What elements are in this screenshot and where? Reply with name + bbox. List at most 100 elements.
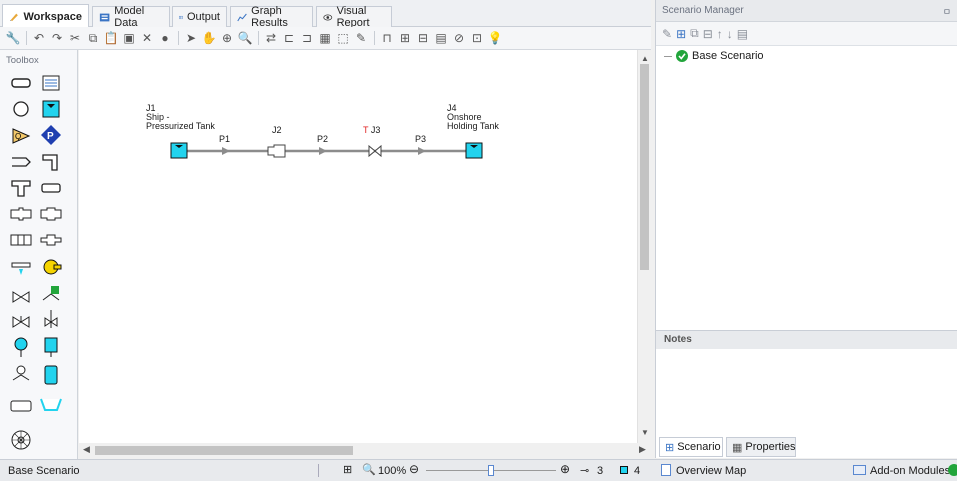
options-icon[interactable]: ▤ bbox=[737, 27, 748, 41]
reservoir-tool-icon[interactable] bbox=[40, 97, 62, 119]
delete-scenario-icon[interactable]: ⊟ bbox=[703, 27, 713, 41]
magnifier-icon[interactable]: 🔍 bbox=[362, 463, 376, 476]
tank-vent-tool-icon[interactable] bbox=[40, 336, 62, 358]
scenario-tree-icon: ⊞ bbox=[665, 441, 675, 454]
scroll-right-icon[interactable]: ▶ bbox=[639, 444, 646, 455]
scroll-thumb[interactable] bbox=[640, 64, 649, 270]
status-bar: Base Scenario ⊞ 🔍 100% ⊖ ⊕ ⊸ 3 4 Overvie… bbox=[0, 459, 957, 481]
overview-map-icon bbox=[661, 464, 671, 476]
heat-exchanger-tool-icon[interactable] bbox=[10, 229, 32, 251]
vacuum-breaker-tool-icon[interactable] bbox=[10, 395, 32, 417]
find-icon[interactable]: 🔍 bbox=[236, 29, 254, 47]
tab-model-data[interactable]: Model Data bbox=[92, 5, 170, 29]
pump-tool-icon[interactable]: P bbox=[40, 124, 62, 146]
p3-label: P3 bbox=[415, 134, 427, 144]
globe-icon[interactable]: ● bbox=[156, 29, 174, 47]
turbine-tool-icon[interactable] bbox=[10, 429, 32, 451]
distribute-icon[interactable]: ⊞ bbox=[396, 29, 414, 47]
tab-scenario[interactable]: ⊞ Scenario bbox=[659, 437, 723, 457]
addon-modules-button[interactable]: Add-on Modules bbox=[870, 465, 950, 477]
tab-visual-report[interactable]: Visual Report bbox=[316, 5, 392, 29]
move-down-icon[interactable]: ↓ bbox=[727, 27, 733, 41]
bend-tool-icon[interactable] bbox=[10, 151, 32, 173]
valve-tool-icon[interactable] bbox=[10, 286, 32, 308]
zoom-in-icon[interactable]: ⊕ bbox=[560, 462, 570, 476]
notes-textarea[interactable] bbox=[656, 349, 957, 438]
pipe-tool-icon[interactable] bbox=[10, 72, 32, 94]
horizontal-scrollbar[interactable]: ◀ ▶ bbox=[79, 443, 651, 457]
size-icon[interactable]: ⊟ bbox=[414, 29, 432, 47]
zoom-slider-thumb[interactable] bbox=[488, 465, 494, 476]
junction-count: 4 bbox=[634, 465, 641, 477]
relief-tool-icon[interactable] bbox=[40, 203, 62, 225]
annotation-icon[interactable]: ✎ bbox=[352, 29, 370, 47]
scroll-up-icon[interactable]: ▲ bbox=[641, 54, 649, 63]
control-valve-tool-icon[interactable] bbox=[40, 283, 62, 305]
scroll-left-icon[interactable]: ◀ bbox=[83, 444, 90, 455]
junction-j1-tank[interactable] bbox=[170, 142, 188, 159]
junction-j4-tank[interactable] bbox=[465, 142, 483, 159]
group-icon[interactable]: ⬚ bbox=[334, 29, 352, 47]
spray-discharge-tool-icon[interactable] bbox=[10, 363, 32, 385]
select-all-icon[interactable]: ▣ bbox=[120, 29, 138, 47]
pin-icon[interactable]: ㅁ bbox=[943, 5, 951, 18]
scenario-tree-item[interactable]: Base Scenario bbox=[664, 50, 764, 62]
grid-icon[interactable]: ▦ bbox=[316, 29, 334, 47]
tree-icon[interactable]: ⊞ bbox=[676, 27, 686, 41]
check-valve-tool-icon[interactable] bbox=[10, 258, 32, 280]
delete-icon[interactable]: ✕ bbox=[138, 29, 156, 47]
vertical-scrollbar[interactable]: ▲ ▼ bbox=[637, 50, 651, 443]
screen-tool-icon[interactable] bbox=[40, 229, 62, 251]
overview-map-button[interactable]: Overview Map bbox=[676, 465, 746, 477]
junction-j2-area-change[interactable] bbox=[267, 144, 286, 158]
clone-icon[interactable]: ⧉ bbox=[690, 26, 699, 41]
redo-icon[interactable]: ↷ bbox=[48, 29, 66, 47]
filter-icon[interactable]: ⊘ bbox=[450, 29, 468, 47]
spray-tool-icon[interactable] bbox=[40, 177, 62, 199]
layer-icon[interactable]: ⊡ bbox=[468, 29, 486, 47]
compressor-tool-icon[interactable] bbox=[40, 256, 62, 278]
tee-tool-icon[interactable] bbox=[10, 177, 32, 199]
display-icon[interactable]: ▤ bbox=[432, 29, 450, 47]
gas-accumulator-tool-icon[interactable] bbox=[40, 364, 62, 386]
scenario-toolbar: ✎ ⊞ ⧉ ⊟ ↑ ↓ ▤ bbox=[656, 22, 957, 46]
toolbox-panel: Toolbox Q P bbox=[0, 50, 78, 464]
tab-workspace[interactable]: Workspace bbox=[2, 4, 89, 28]
fit-window-icon[interactable]: ⊞ bbox=[343, 463, 352, 476]
annotation-tool-icon[interactable] bbox=[40, 72, 62, 94]
move-up-icon[interactable]: ↑ bbox=[717, 27, 723, 41]
undo-icon[interactable]: ↶ bbox=[30, 29, 48, 47]
tab-output[interactable]: Output bbox=[172, 6, 227, 27]
relief-valve-tool-icon[interactable] bbox=[10, 311, 32, 333]
zoom-out-icon[interactable]: ⊖ bbox=[409, 462, 419, 476]
assigned-pressure-tool-icon[interactable]: Q bbox=[10, 125, 32, 147]
lightbulb-icon[interactable]: 💡 bbox=[486, 29, 504, 47]
elbow-tool-icon[interactable] bbox=[40, 151, 62, 173]
junction-j3-valve[interactable] bbox=[368, 144, 382, 158]
j3-prefix: T bbox=[363, 125, 369, 135]
fluid-icon[interactable]: 🔧 bbox=[4, 29, 22, 47]
zoom-icon[interactable]: ⊕ bbox=[218, 29, 236, 47]
pointer-icon[interactable]: ➤ bbox=[182, 29, 200, 47]
scroll-down-icon[interactable]: ▼ bbox=[641, 428, 649, 437]
cut-icon[interactable]: ✂ bbox=[66, 29, 84, 47]
pipe-tool-icon[interactable]: ⊓ bbox=[378, 29, 396, 47]
area-change-tool-icon[interactable] bbox=[10, 203, 32, 225]
tab-properties-label: Properties bbox=[745, 441, 796, 453]
copy-icon[interactable]: ⧉ bbox=[84, 29, 102, 47]
tab-properties[interactable]: ▦ Properties bbox=[726, 437, 796, 457]
eye-icon bbox=[323, 14, 333, 20]
align-right-icon[interactable]: ⊐ bbox=[298, 29, 316, 47]
pan-icon[interactable]: ✋ bbox=[200, 29, 218, 47]
pressure-valve-tool-icon[interactable] bbox=[40, 308, 62, 330]
reverse-icon[interactable]: ⇄ bbox=[262, 29, 280, 47]
workspace-canvas[interactable]: J1 Ship - Pressurized Tank P1 J2 P2 T J3… bbox=[79, 50, 637, 443]
surge-tool-icon[interactable] bbox=[40, 394, 62, 416]
tab-graph-results[interactable]: Graph Results bbox=[230, 5, 313, 29]
scroll-thumb[interactable] bbox=[95, 446, 353, 455]
align-left-icon[interactable]: ⊏ bbox=[280, 29, 298, 47]
paste-icon[interactable]: 📋 bbox=[102, 29, 120, 47]
branch-tool-icon[interactable] bbox=[10, 98, 32, 120]
volume-balance-tool-icon[interactable] bbox=[10, 336, 32, 358]
edit-scenario-icon[interactable]: ✎ bbox=[662, 27, 672, 41]
